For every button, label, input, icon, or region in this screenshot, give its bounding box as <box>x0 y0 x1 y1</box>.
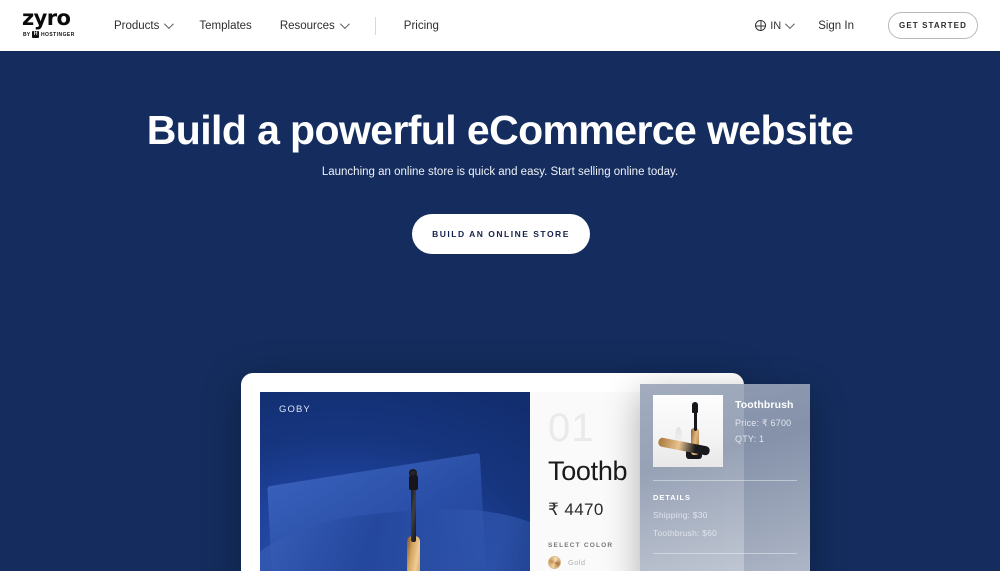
cart-divider-top <box>653 480 797 481</box>
cart-item-info: Toothbrush Price: ₹ 6700 QTY: 1 <box>723 395 794 467</box>
zyro-logo[interactable]: zyro BY H HOSTINGER <box>22 8 102 42</box>
cart-item-title: Toothbrush <box>735 399 794 411</box>
globe-icon <box>755 20 767 31</box>
nav-item-products[interactable]: Products <box>114 19 175 32</box>
chevron-down-icon <box>339 19 350 30</box>
toothbrush-illustration <box>407 464 420 571</box>
chevron-down-icon <box>164 19 175 30</box>
thumb-brush-head <box>692 402 698 413</box>
nav-label-pricing: Pricing <box>403 19 439 32</box>
nav-item-pricing[interactable]: Pricing <box>404 20 439 32</box>
logo-byline: BY H HOSTINGER <box>23 31 75 38</box>
sign-in-link[interactable]: Sign In <box>818 20 854 32</box>
nav-label-products: Products <box>114 19 160 32</box>
cart-item-qty: QTY: 1 <box>735 434 765 444</box>
logo-by-text: BY <box>23 31 31 38</box>
locale-selector[interactable]: IN <box>755 19 796 32</box>
thumb-brush-lying <box>657 437 711 456</box>
nav-item-resources[interactable]: Resources <box>279 19 350 32</box>
cart-detail-item: Toothbrush: $60 <box>653 528 717 538</box>
cart-summary-card: Toothbrush Price: ₹ 6700 QTY: 1 DETAILS … <box>640 384 810 571</box>
header-actions: IN Sign In GET STARTED <box>755 0 978 51</box>
landing-page: zyro BY H HOSTINGER Products Templates R… <box>0 0 1000 571</box>
cart-item-thumbnail <box>653 395 723 467</box>
cart-item-row: Toothbrush Price: ₹ 6700 QTY: 1 <box>640 384 810 467</box>
cart-divider-bottom <box>653 553 797 554</box>
hero-section: Build a powerful eCommerce website Launc… <box>0 51 1000 571</box>
primary-nav: Products Templates Resources Pricing <box>114 0 439 51</box>
get-started-button[interactable]: GET STARTED <box>888 12 978 39</box>
logo-wordmark: zyro <box>22 6 71 30</box>
logo-parent-text: HOSTINGER <box>40 31 75 38</box>
locale-label: IN <box>770 19 782 32</box>
toothbrush-head <box>408 469 418 490</box>
hostinger-badge-icon: H <box>32 31 39 38</box>
swatch-gold-label: Gold <box>568 558 586 567</box>
nav-label-resources: Resources <box>279 19 335 32</box>
cart-details-heading: DETAILS <box>653 493 691 502</box>
nav-divider <box>374 16 376 35</box>
hero-subtitle: Launching an online store is quick and e… <box>321 166 679 178</box>
toothbrush-neck <box>411 486 416 542</box>
nav-label-templates: Templates <box>199 19 252 32</box>
cart-detail-shipping: Shipping: $30 <box>653 510 708 520</box>
cart-item-price: Price: ₹ 6700 <box>735 418 792 428</box>
chevron-down-icon <box>785 19 796 30</box>
swatch-gold-icon <box>548 556 561 569</box>
nav-item-templates[interactable]: Templates <box>199 20 251 32</box>
hero-title: Build a powerful eCommerce website <box>146 107 854 153</box>
thumb-brush-neck <box>693 411 697 431</box>
photo-brand-label: GOBY <box>279 404 311 415</box>
build-online-store-button[interactable]: BUILD AN ONLINE STORE <box>412 214 590 254</box>
site-header: zyro BY H HOSTINGER Products Templates R… <box>0 0 1000 51</box>
product-photo: GOBY <box>260 392 530 571</box>
